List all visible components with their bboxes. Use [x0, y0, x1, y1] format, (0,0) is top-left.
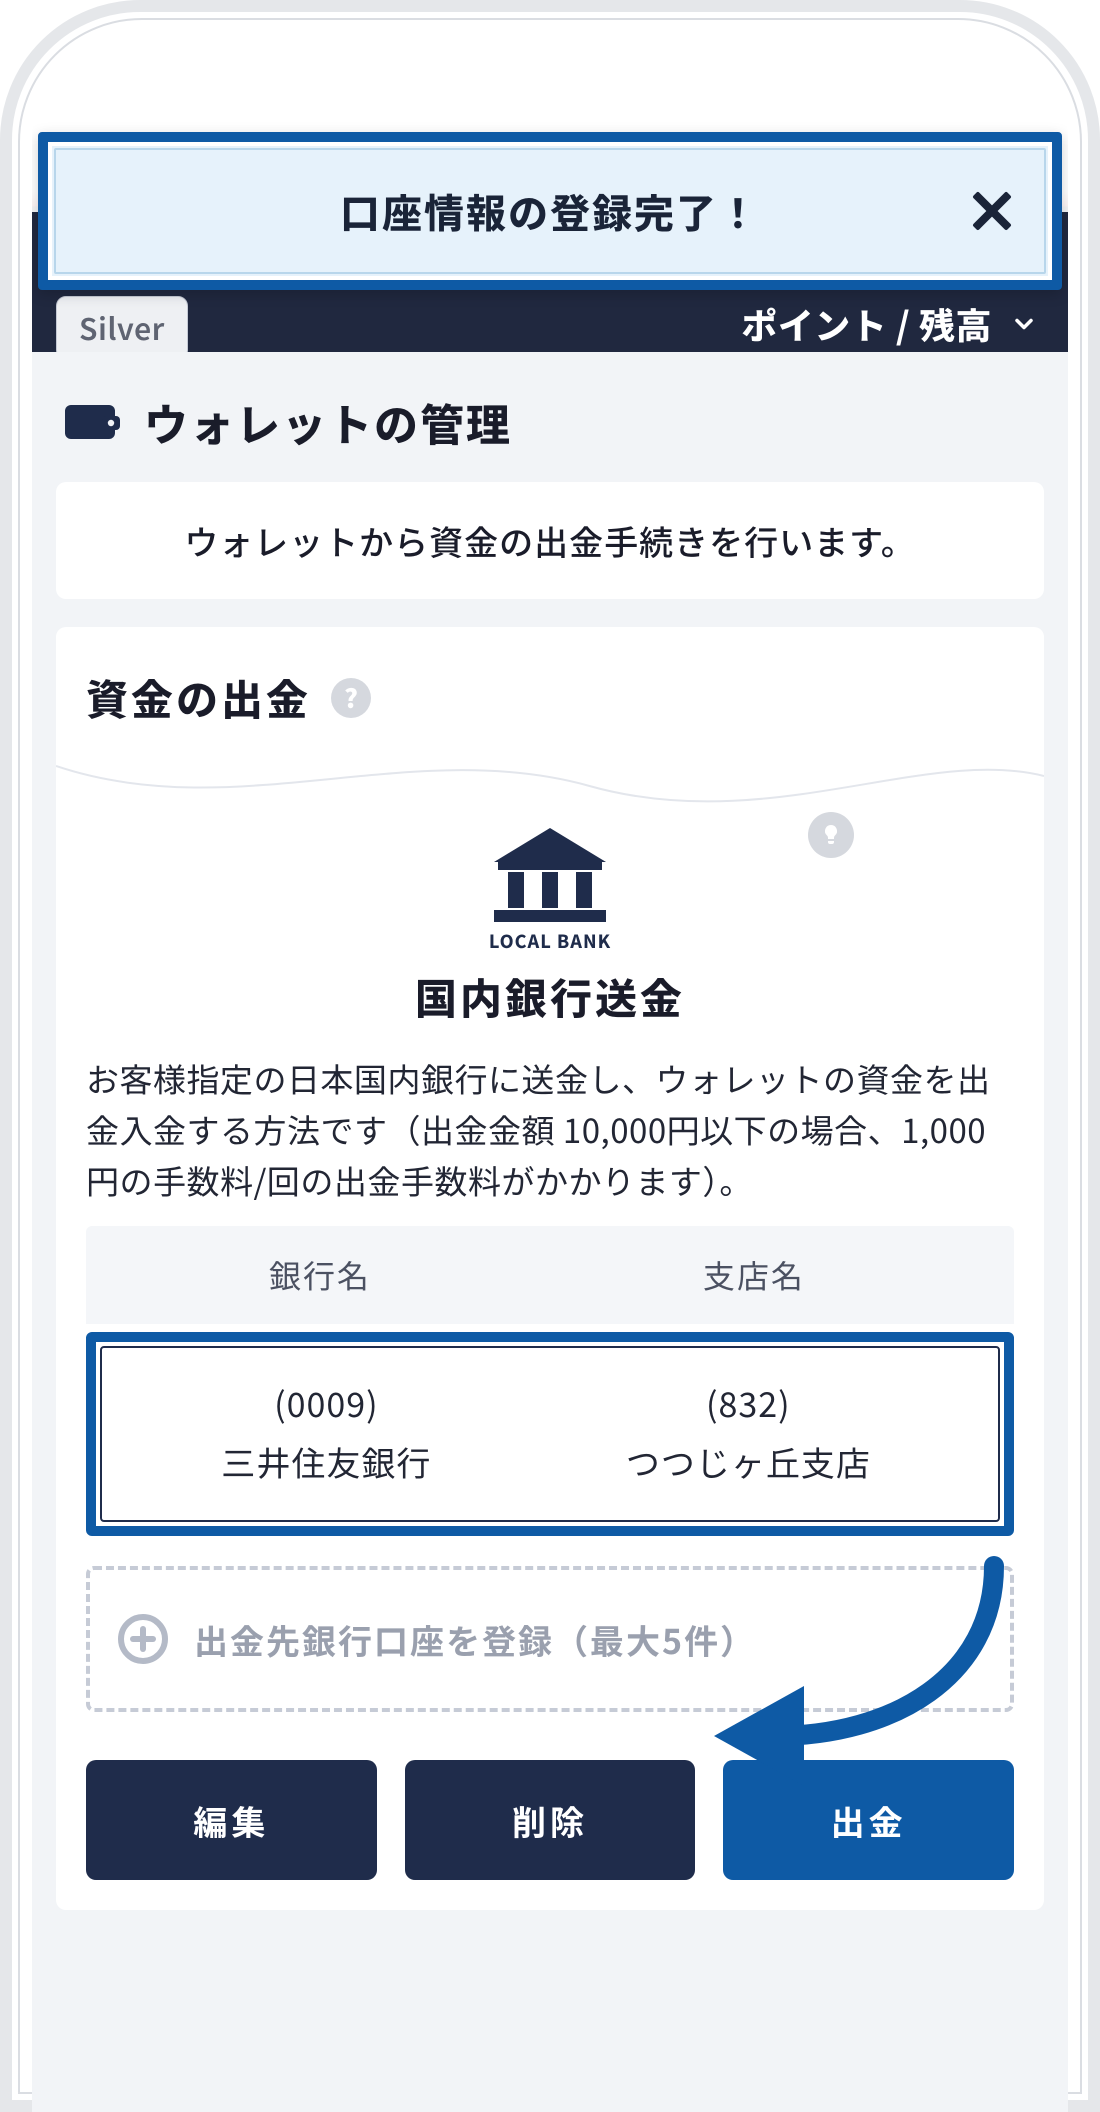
- cell-bank: (0009) 三井住友銀行: [128, 1378, 525, 1486]
- edit-button[interactable]: 編集: [86, 1760, 377, 1880]
- section-title: 資金の出金: [86, 667, 311, 728]
- toast-inner-border: [54, 148, 1046, 274]
- toast-banner: 口座情報の登録完了！: [38, 132, 1062, 290]
- table-row-highlight: (0009) 三井住友銀行 (832) つつじヶ丘支店: [86, 1332, 1014, 1536]
- section-title-row: 資金の出金 ?: [86, 667, 1014, 728]
- intro-card: ウォレットから資金の出金手続きを行います。: [56, 482, 1044, 599]
- points-balance-link[interactable]: ポイント / 残高: [741, 298, 1038, 350]
- bank-icon: [490, 826, 610, 926]
- bank-block: LOCAL BANK 国内銀行送金 お客様指定の日本国内銀行に送金し、ウォレット…: [86, 826, 1014, 1880]
- table-row[interactable]: (0009) 三井住友銀行 (832) つつじヶ丘支店: [100, 1346, 1000, 1522]
- bank-code: (0009): [128, 1378, 525, 1427]
- close-icon[interactable]: [968, 187, 1016, 235]
- page-title: ウォレットの管理: [144, 390, 512, 454]
- chevron-down-icon: [1010, 310, 1038, 338]
- tier-badge: Silver: [56, 296, 188, 360]
- withdraw-card: 資金の出金 ?: [56, 627, 1044, 1910]
- table-header: 銀行名 支店名: [86, 1226, 1014, 1324]
- intro-text: ウォレットから資金の出金手続きを行います。: [184, 516, 916, 565]
- branch-code: (832): [525, 1378, 972, 1427]
- content-area: ウォレットの管理 ウォレットから資金の出金手続きを行います。 資金の出金 ?: [32, 352, 1068, 2112]
- bank-name: 三井住友銀行: [128, 1437, 525, 1486]
- lightbulb-icon[interactable]: [808, 812, 854, 858]
- add-bank-account-row[interactable]: 出金先銀行口座を登録（最大5件）: [86, 1566, 1014, 1712]
- add-bank-label: 出金先銀行口座を登録（最大5件）: [194, 1615, 756, 1664]
- wallet-icon: [64, 401, 120, 443]
- plus-circle-icon: [118, 1614, 168, 1664]
- points-balance-label: ポイント / 残高: [741, 298, 992, 350]
- bank-logo-label: LOCAL BANK: [489, 928, 611, 954]
- action-buttons: 編集 削除 出金: [86, 1760, 1014, 1880]
- cell-branch: (832) つつじヶ丘支店: [525, 1378, 972, 1486]
- branch-name: つつじヶ丘支店: [525, 1437, 972, 1486]
- toast-banner-wrap: 口座情報の登録完了！: [32, 132, 1068, 290]
- bank-account-table: 銀行名 支店名 (0009) 三井住友銀行 (832) つつじヶ丘支店: [86, 1226, 1014, 1712]
- withdraw-button[interactable]: 出金: [723, 1760, 1014, 1880]
- help-icon[interactable]: ?: [331, 678, 371, 718]
- delete-button[interactable]: 削除: [405, 1760, 696, 1880]
- bank-method-title: 国内銀行送金: [86, 966, 1014, 1027]
- app-screen: Silver ポイント / 残高 口座情報の登録完了！ ウォレットの管理: [32, 32, 1068, 2112]
- col-bank-name: 銀行名: [116, 1252, 524, 1298]
- page-title-row: ウォレットの管理: [64, 390, 1044, 454]
- bank-method-description: お客様指定の日本国内銀行に送金し、ウォレットの資金を出金入金する方法です（出金金…: [86, 1053, 1014, 1206]
- decorative-wave: [56, 756, 1044, 816]
- bank-logo: LOCAL BANK: [86, 826, 1014, 954]
- col-branch-name: 支店名: [524, 1252, 984, 1298]
